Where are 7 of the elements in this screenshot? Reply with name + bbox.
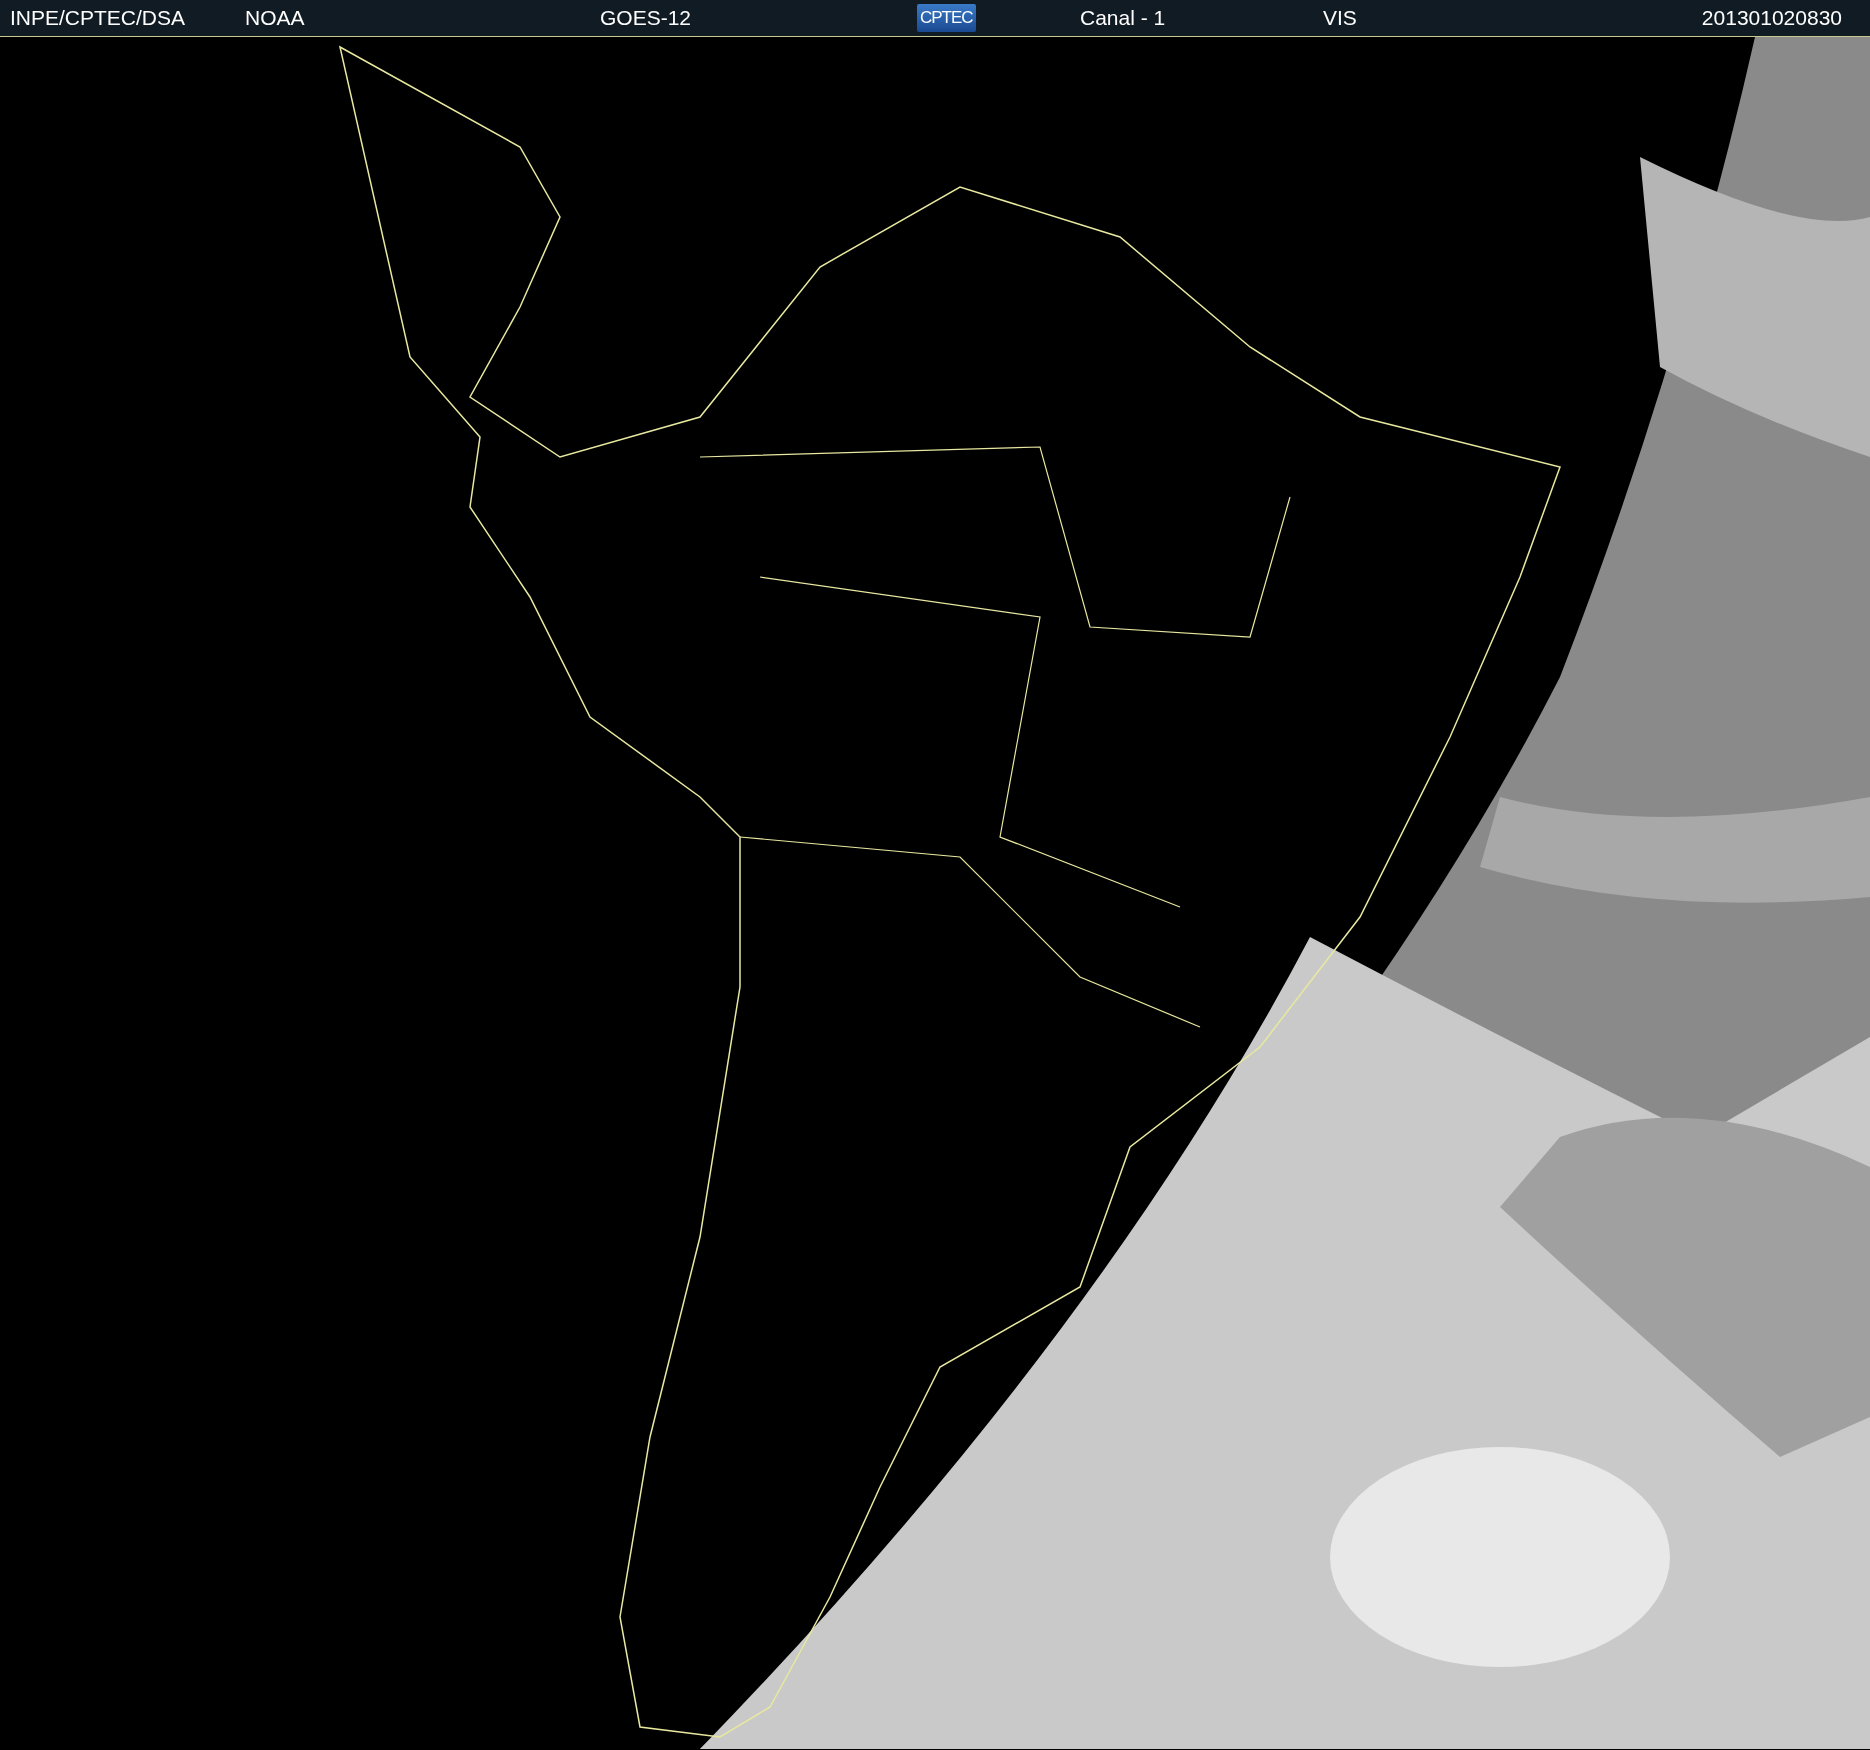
timestamp-label: 201301020830 bbox=[1701, 6, 1842, 30]
agency-label: NOAA bbox=[245, 6, 306, 30]
channel-label: Canal - 1 bbox=[1080, 6, 1167, 30]
source-label: INPE/CPTEC/DSA bbox=[10, 6, 187, 30]
satellite-label: GOES-12 bbox=[600, 6, 693, 30]
logo: CPTEC bbox=[917, 4, 976, 32]
band-label: VIS bbox=[1323, 6, 1358, 30]
